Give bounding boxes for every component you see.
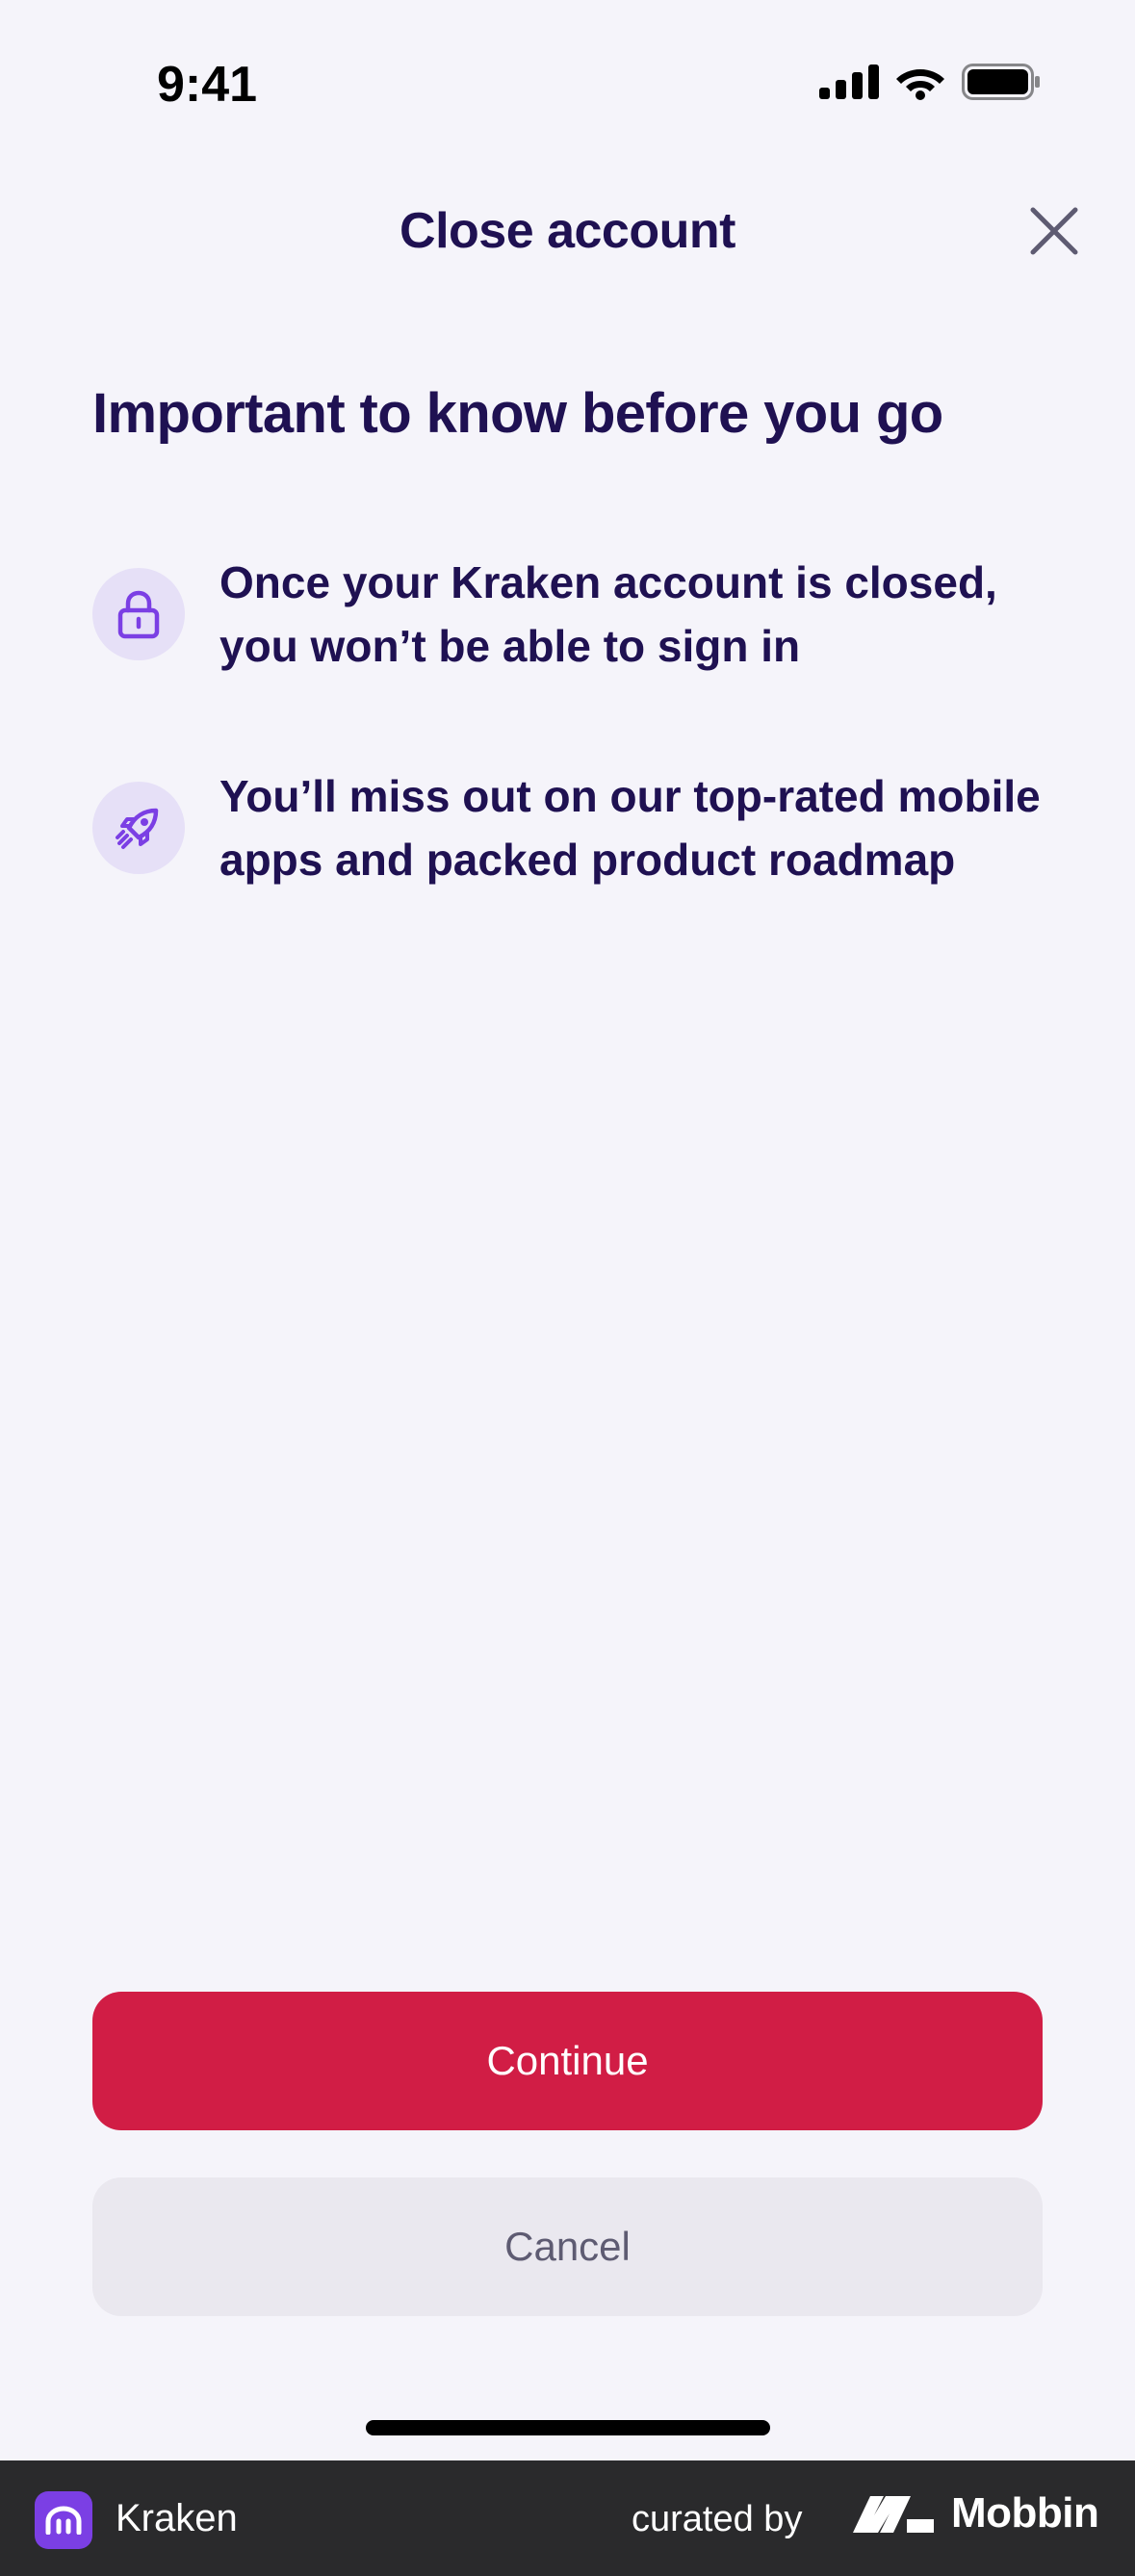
home-indicator[interactable] <box>366 2420 770 2435</box>
lock-icon <box>92 568 185 660</box>
close-button[interactable] <box>1025 202 1083 260</box>
info-item-text: Once your Kraken account is closed, you … <box>219 557 997 671</box>
info-item-text: You’ll miss out on our top-rated mobile … <box>219 771 1041 885</box>
close-icon <box>1030 207 1078 255</box>
mobbin-brand: Mobbin <box>851 2489 1099 2537</box>
mobbin-logo-icon <box>853 2496 934 2533</box>
cancel-button[interactable]: Cancel <box>92 2177 1043 2316</box>
footer-app-name: Kraken <box>116 2497 238 2539</box>
status-time: 9:41 <box>157 57 258 113</box>
footer-bar: Kraken curated by Mobbin <box>0 2460 1135 2576</box>
page-title: Close account <box>400 203 735 259</box>
footer-curated-by: curated by <box>632 2499 803 2539</box>
header: Close account <box>0 193 1135 279</box>
continue-button[interactable]: Continue <box>92 1992 1043 2130</box>
info-item-mobile-apps: You’ll miss out on our top-rated mobile … <box>92 764 1055 891</box>
status-icons <box>819 64 1041 100</box>
kraken-logo-icon <box>35 2491 92 2549</box>
status-bar: 9:41 <box>0 0 1135 144</box>
battery-icon <box>962 64 1040 100</box>
cellular-signal-icon <box>819 64 879 99</box>
mobbin-brand-text: Mobbin <box>951 2489 1099 2537</box>
section-heading: Important to know before you go <box>92 382 943 445</box>
rocket-icon <box>92 782 185 874</box>
info-item-sign-in: Once your Kraken account is closed, you … <box>92 551 1055 678</box>
wifi-icon <box>896 69 944 100</box>
